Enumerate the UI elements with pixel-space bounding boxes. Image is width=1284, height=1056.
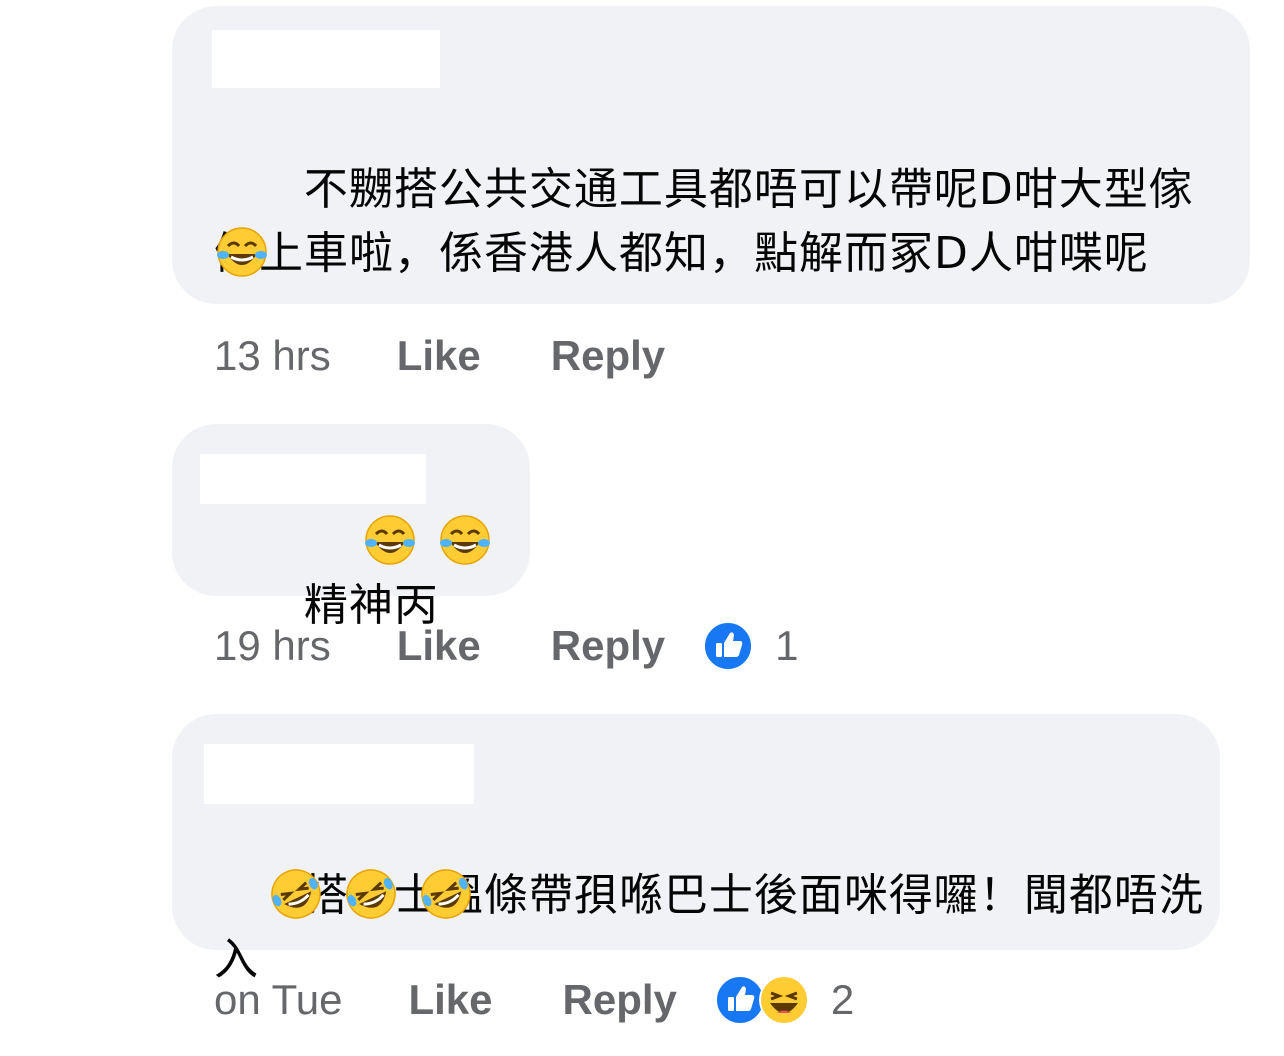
like-button[interactable]: Like — [408, 976, 492, 1024]
comment-3-actions: on Tue Like Reply 2 — [214, 970, 854, 1030]
comment-timestamp[interactable]: on Tue — [214, 976, 342, 1024]
reaction-count: 1 — [775, 622, 799, 669]
comment-bubble: 精神丙 — [172, 424, 530, 631]
redacted-author-name[interactable] — [204, 744, 474, 804]
emoji-row — [268, 866, 488, 922]
reply-button[interactable]: Reply — [551, 332, 665, 380]
reply-button[interactable]: Reply — [563, 976, 677, 1024]
rofl-icon — [346, 869, 396, 919]
reaction-count: 2 — [830, 976, 855, 1023]
comment-2-actions: 19 hrs Like Reply 1 — [214, 616, 799, 676]
comment-bubble: 不嬲搭公共交通工具都唔可以帶呢D咁大型傢俬上車啦，係香港人都知，點解而冢D人咁喋… — [172, 6, 1250, 304]
reaction-summary[interactable]: 1 — [703, 621, 799, 671]
comment-timestamp[interactable]: 13 hrs — [214, 332, 331, 380]
comment-text-body: 不嬲搭公共交通工具都唔可以帶呢D咁大型傢俬上車啦，係香港人都知，點解而冢D人咁喋… — [214, 164, 1194, 279]
reaction-summary[interactable]: 2 — [714, 975, 855, 1025]
reply-button[interactable]: Reply — [551, 622, 665, 670]
redacted-author-name[interactable] — [200, 454, 426, 504]
joy-icon — [440, 515, 491, 565]
rofl-icon — [271, 869, 321, 919]
comment-1-actions: 13 hrs Like Reply — [214, 326, 735, 386]
comment-bubble: 搭巴士搵條帶孭喺巴士後面咪得囉！聞都唔洗入 — [172, 714, 1220, 985]
comment-text: 不嬲搭公共交通工具都唔可以帶呢D咁大型傢俬上車啦，係香港人都知，點解而冢D人咁喋… — [214, 94, 1224, 350]
emoji-row — [362, 512, 507, 568]
like-button[interactable]: Like — [397, 332, 481, 380]
haha-reaction-icon — [758, 975, 809, 1025]
rofl-icon — [421, 869, 471, 919]
like-button[interactable]: Like — [397, 622, 481, 670]
emoji-row — [214, 224, 284, 280]
like-reaction-icon — [714, 975, 765, 1025]
redacted-author-name[interactable] — [212, 30, 440, 88]
joy-icon — [365, 515, 415, 565]
like-reaction-icon — [703, 621, 754, 671]
comment-timestamp[interactable]: 19 hrs — [214, 622, 331, 670]
joy-icon — [217, 227, 267, 277]
